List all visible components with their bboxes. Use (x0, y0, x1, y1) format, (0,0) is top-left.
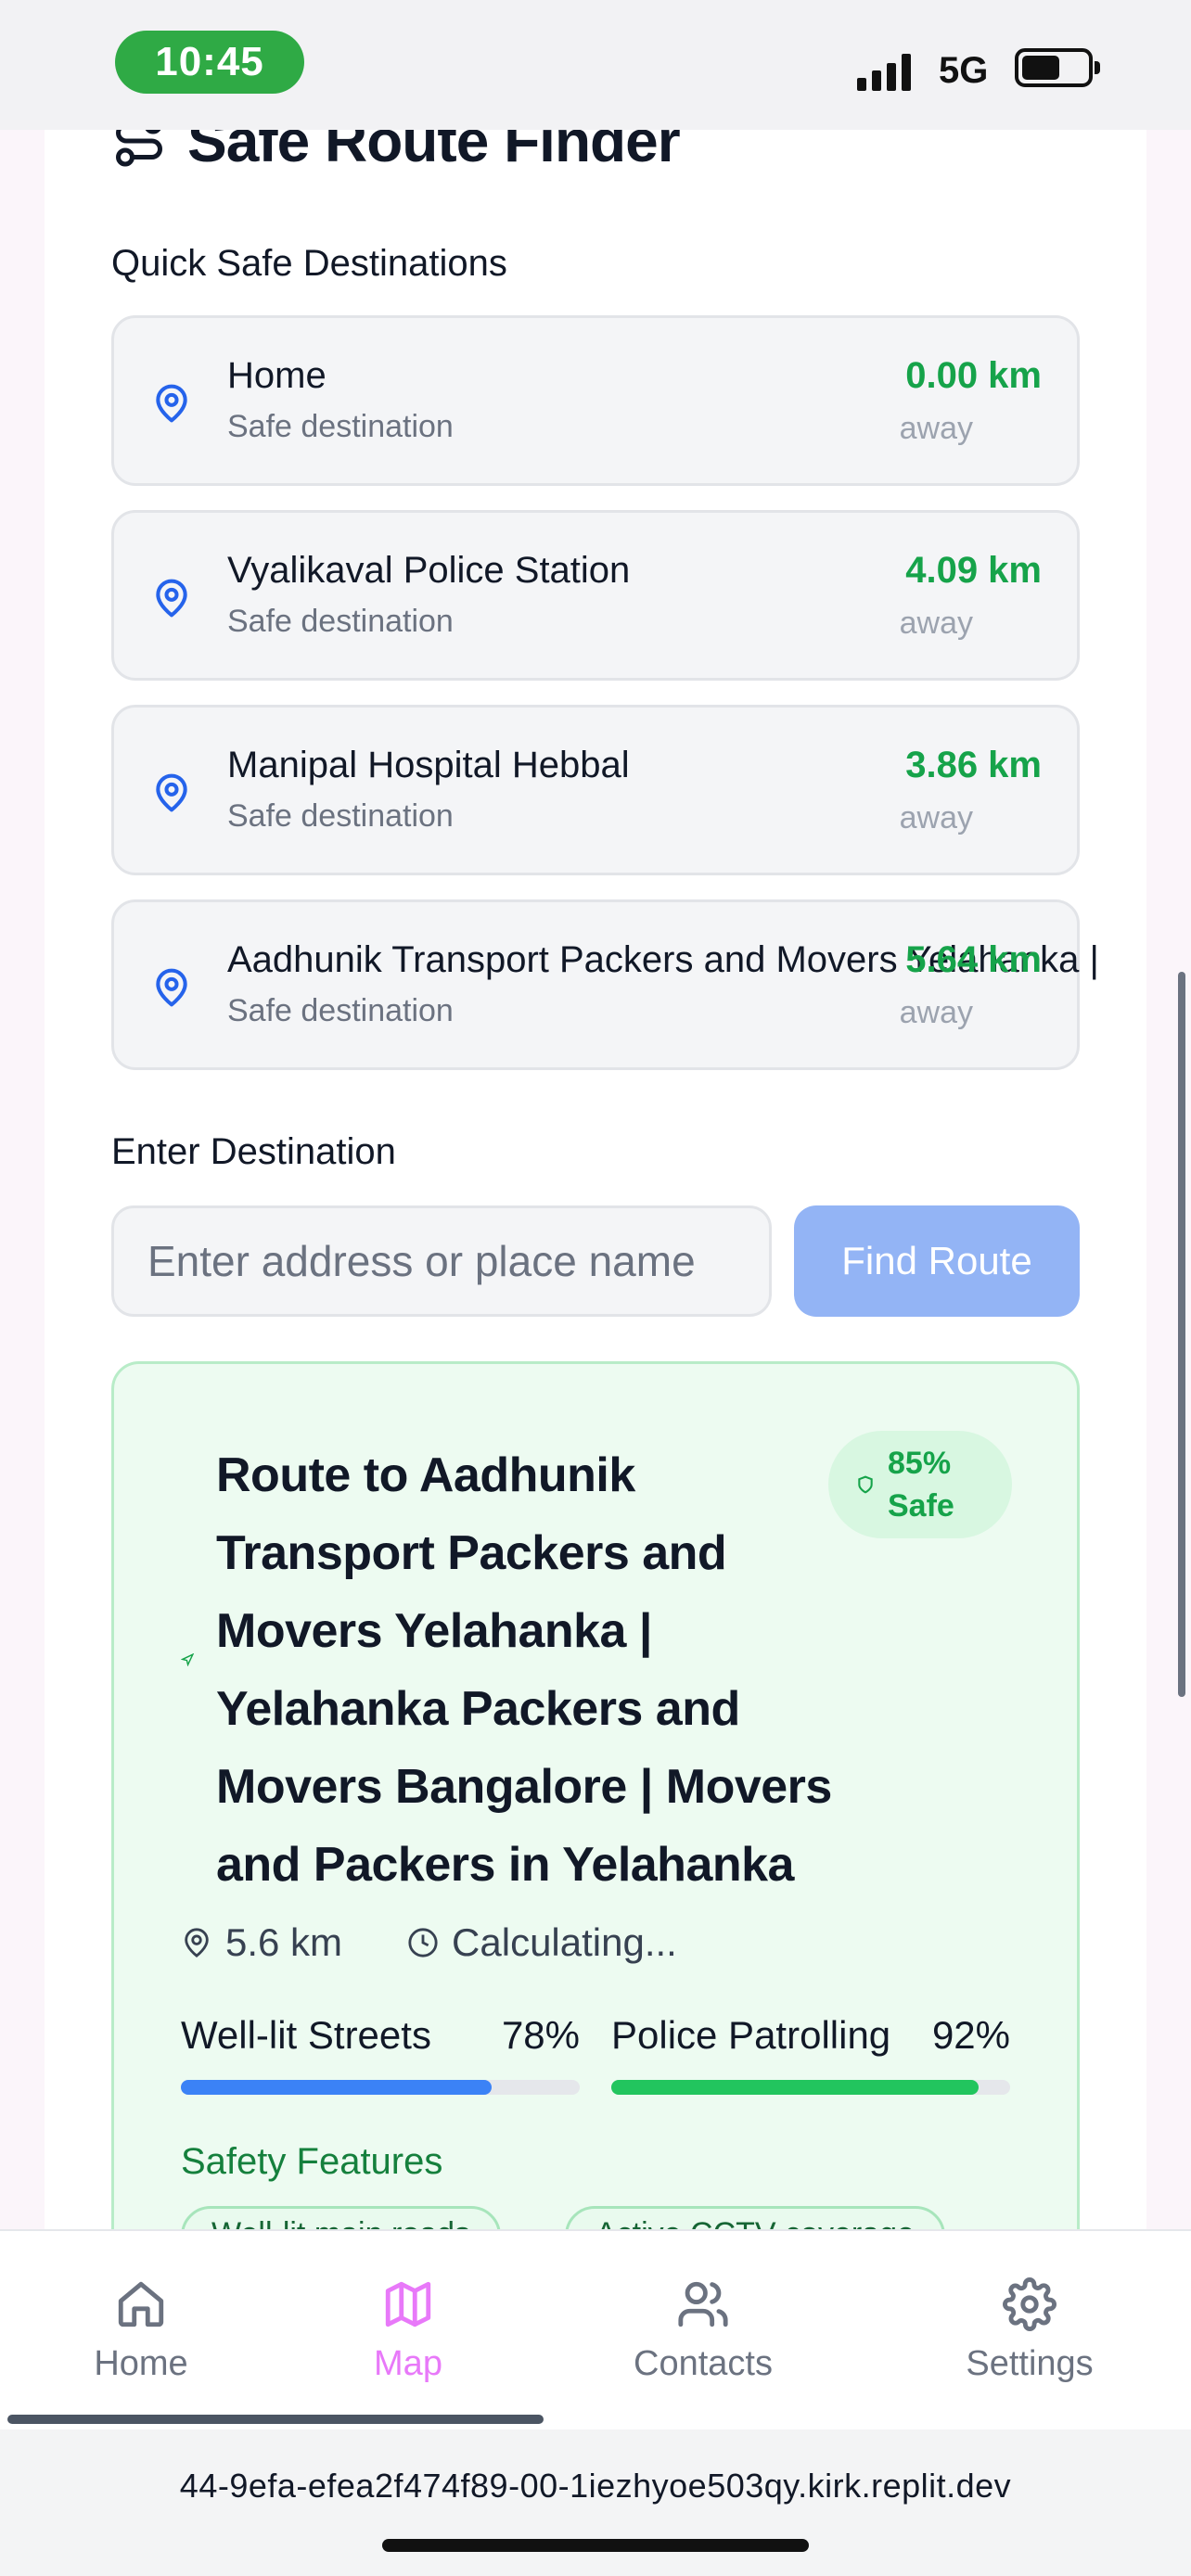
route-distance: 5.6 km (225, 1920, 343, 1964)
tab-label: Contacts (634, 2344, 773, 2383)
route-meta: 5.6 km Calculating... (181, 1920, 677, 1965)
tab-map[interactable]: Map (315, 2277, 501, 2384)
browser-url-bar[interactable]: 44-9efa-efea2f474f89-00-1iezhyoe503qy.ki… (0, 2429, 1191, 2576)
stat-progress-track (181, 2080, 580, 2095)
map-pin-icon (156, 968, 187, 1007)
map-icon (385, 2281, 431, 2327)
destination-item-police-station[interactable]: Vyalikaval Police Station Safe destinati… (111, 510, 1080, 681)
map-pin-icon (156, 773, 187, 812)
destination-distance: 4.09 km (905, 550, 1042, 591)
destination-away-label: away (899, 995, 973, 1030)
stat-label: Well-lit Streets (181, 2013, 431, 2057)
stat-progress-fill (611, 2080, 979, 2095)
safety-score-value: 85% (888, 1446, 952, 1481)
tab-home[interactable]: Home (48, 2277, 234, 2384)
destination-away-label: away (899, 800, 973, 835)
destination-distance: 0.00 km (905, 355, 1042, 396)
tab-label: Map (374, 2344, 442, 2383)
tab-label: Home (94, 2344, 188, 2383)
destination-item-packers-movers[interactable]: Aadhunik Transport Packers and Movers Ye… (111, 899, 1099, 1070)
scrollbar[interactable] (1178, 972, 1185, 1697)
battery-icon (1015, 48, 1100, 87)
stat-progress-fill (181, 2080, 493, 2095)
map-pin-icon (185, 1928, 209, 1958)
map-pin-icon (156, 384, 187, 423)
home-indicator[interactable] (382, 2539, 809, 2552)
tab-contacts[interactable]: Contacts (610, 2277, 796, 2384)
navigation-icon (181, 1653, 194, 1666)
destination-name: Vyalikaval Police Station (227, 550, 631, 591)
destination-subtitle: Safe destination (227, 798, 454, 834)
url-text: 44-9efa-efea2f474f89-00-1iezhyoe503qy.ki… (179, 2467, 1012, 2505)
destination-subtitle: Safe destination (227, 604, 454, 639)
find-route-button[interactable]: Find Route (794, 1205, 1080, 1317)
destination-distance: 3.86 km (905, 745, 1042, 785)
stat-percent: 78% (501, 2013, 580, 2057)
route-title: Route to Aadhunik Transport Packers and … (216, 1448, 832, 1892)
status-bar: 10:45 5G (0, 0, 1191, 130)
route-duration: Calculating... (452, 1920, 677, 1964)
stat-percent: 92% (931, 2013, 1010, 2057)
destination-item-hospital[interactable]: Manipal Hospital Hebbal Safe destination… (111, 705, 1080, 875)
stat-label: Police Patrolling (611, 2013, 891, 2057)
destination-away-label: away (899, 606, 973, 641)
stat-progress-track (611, 2080, 1010, 2095)
home-icon (118, 2281, 164, 2327)
horizontal-scrollbar[interactable] (7, 2415, 544, 2424)
network-type: 5G (939, 50, 989, 91)
destination-distance: 5.64 km (905, 939, 1042, 980)
safety-score-badge: 85% Safe (828, 1431, 1012, 1538)
gear-icon (1003, 2277, 1057, 2331)
tab-settings[interactable]: Settings (937, 2277, 1122, 2384)
enter-destination-label: Enter Destination (111, 1131, 396, 1172)
bottom-tab-bar: Home Map Contacts Settings (0, 2229, 1191, 2429)
destination-subtitle: Safe destination (227, 993, 454, 1028)
shield-icon (858, 1475, 873, 1494)
destination-input[interactable] (111, 1205, 772, 1317)
safety-score-word: Safe (888, 1488, 954, 1524)
destination-item-home[interactable]: Home Safe destination 0.00 km away (111, 315, 1080, 486)
status-time: 10:45 (115, 31, 304, 94)
map-pin-icon (156, 579, 187, 618)
destination-subtitle: Safe destination (227, 409, 454, 444)
clock-icon (408, 1928, 438, 1958)
destination-name: Home (227, 355, 327, 396)
destination-name: Manipal Hospital Hebbal (227, 745, 630, 785)
signal-icon (857, 48, 922, 91)
tab-label: Settings (966, 2344, 1094, 2383)
quick-destinations-label: Quick Safe Destinations (111, 243, 507, 284)
destination-away-label: away (899, 411, 973, 446)
safety-features-title: Safety Features (181, 2141, 443, 2182)
users-icon (678, 2281, 728, 2327)
